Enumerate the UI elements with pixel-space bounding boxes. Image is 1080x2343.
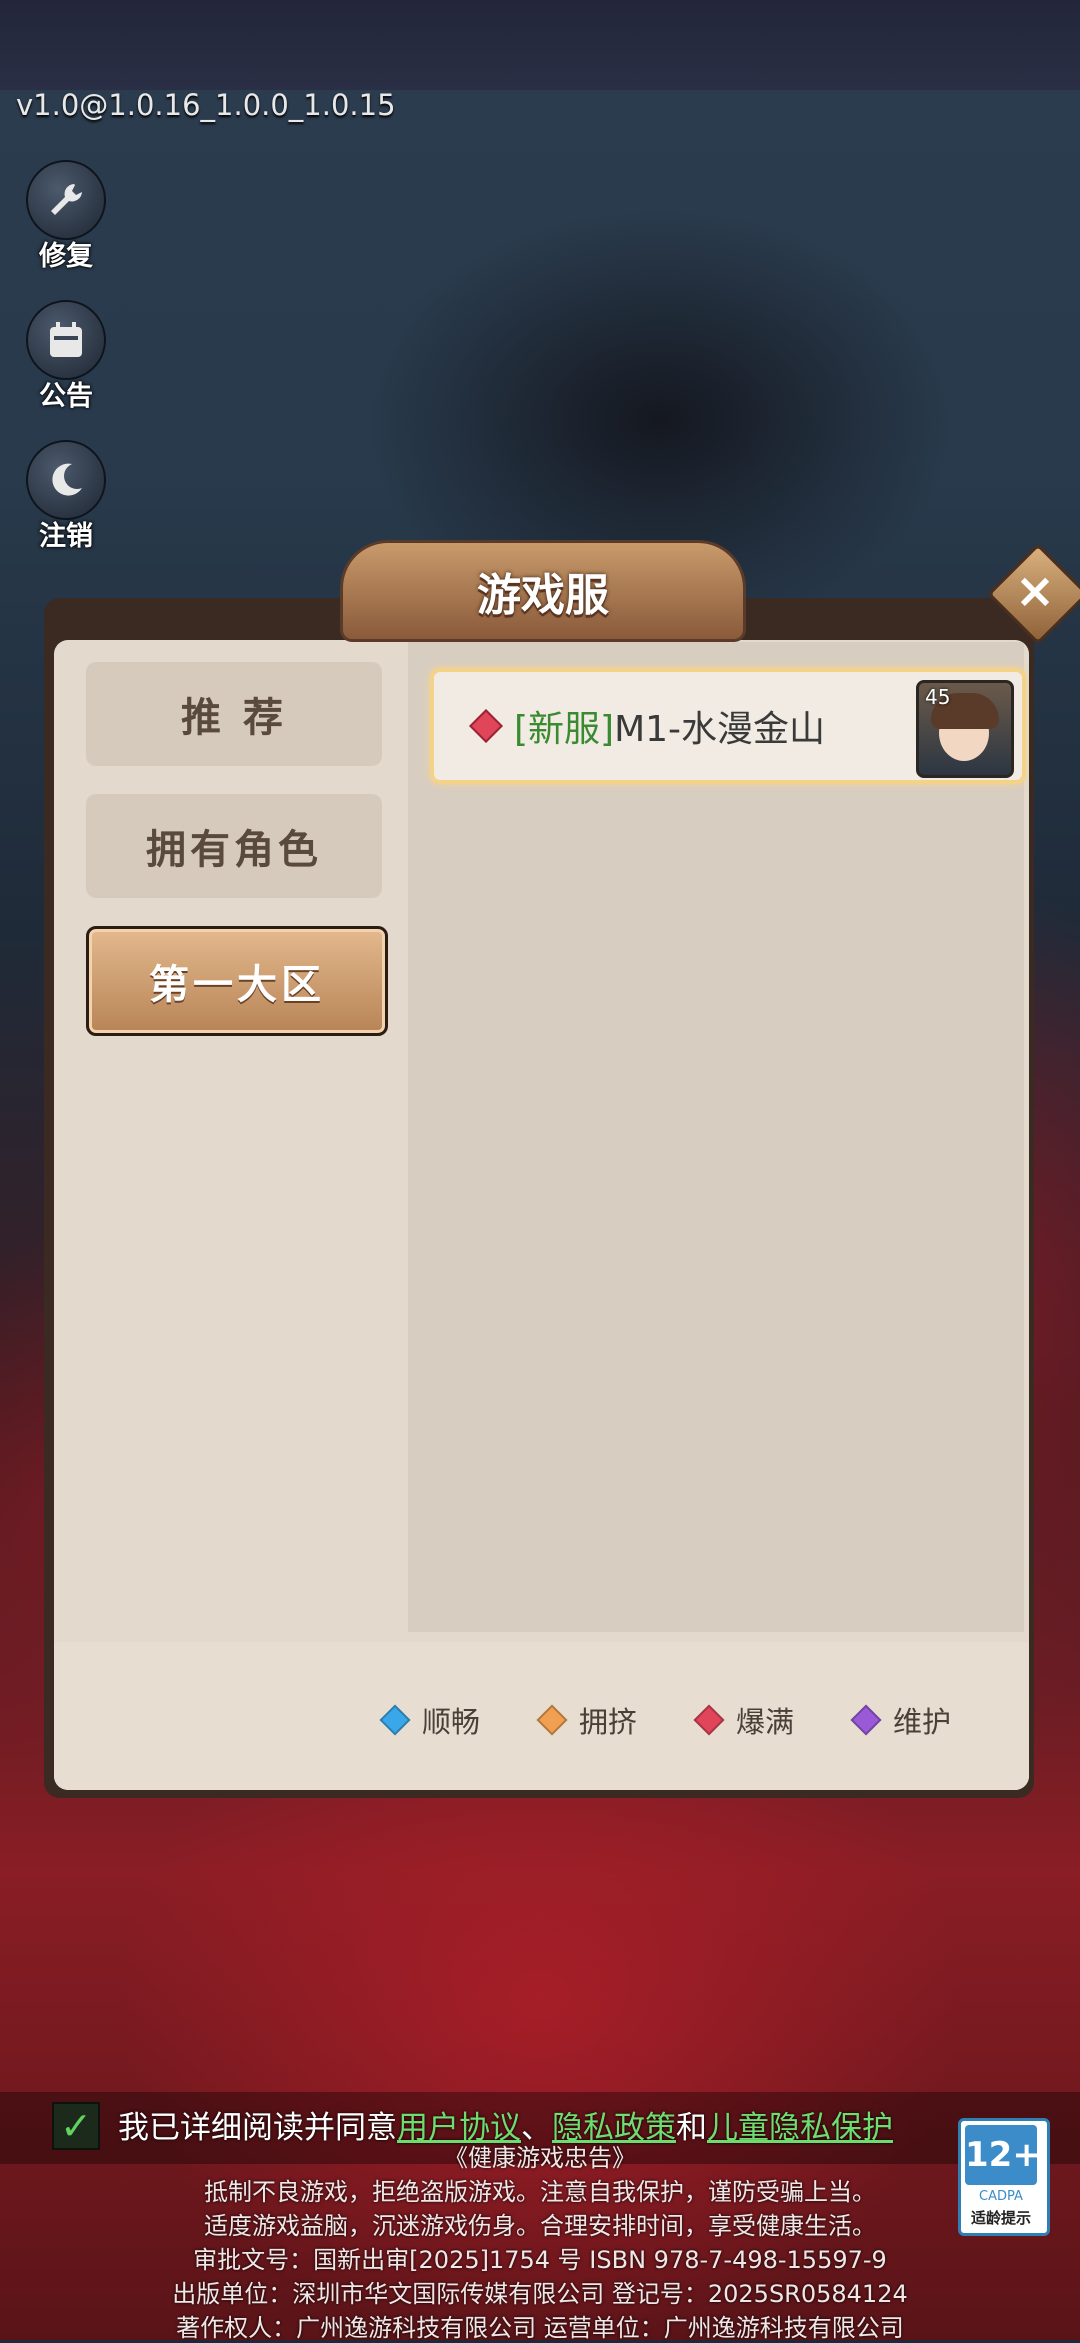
purple-diamond-icon xyxy=(850,1704,882,1736)
version-label: v1.0@1.0.16_1.0.0_1.0.15 xyxy=(16,88,396,122)
close-icon[interactable]: × xyxy=(1002,558,1068,624)
moon-icon xyxy=(26,440,106,520)
legend-full: 爆满 xyxy=(693,1699,794,1741)
repair-label: 修复 xyxy=(39,241,93,272)
logout-button[interactable]: 注销 xyxy=(24,440,108,553)
tab-recommended[interactable]: 推 荐 xyxy=(86,662,382,766)
tab-owned-characters[interactable]: 拥有角色 xyxy=(86,794,382,898)
server-dialog: 推 荐 拥有角色 第一大区 [新服]M1-水漫金山 45 顺畅 拥挤 爆满 维护 xyxy=(54,640,1029,1790)
age-tip-label: 适龄提示 xyxy=(970,2209,1031,2227)
calendar-icon xyxy=(26,300,106,380)
server-list xyxy=(408,642,1024,1632)
legend-maintenance: 维护 xyxy=(850,1699,951,1741)
age-rating-badge[interactable]: 12+ CADPA 适龄提示 xyxy=(958,2118,1050,2236)
avatar-level: 45 xyxy=(925,685,951,709)
legend-smooth: 顺畅 xyxy=(379,1699,480,1741)
cadpa-label: CADPA xyxy=(979,2189,1023,2204)
approval-number: 审批文号：国新出审[2025]1754 号 ISBN 978-7-498-155… xyxy=(193,2246,887,2274)
new-server-tag: [新服] xyxy=(514,709,615,750)
announcement-button[interactable]: 公告 xyxy=(24,300,108,413)
orange-diamond-icon xyxy=(536,1704,568,1736)
wrench-icon xyxy=(26,160,106,240)
announcement-label: 公告 xyxy=(39,381,93,412)
server-title: M1-水漫金山 xyxy=(614,709,826,750)
legend-crowded: 拥挤 xyxy=(536,1699,637,1741)
blue-diamond-icon xyxy=(379,1704,411,1736)
copyright-info: 著作权人：广州逸游科技有限公司 运营单位：广州逸游科技有限公司 xyxy=(176,2314,904,2342)
dialog-title-plate: 游戏服 xyxy=(340,540,746,642)
status-legend: 顺畅 拥挤 爆满 维护 xyxy=(54,1642,1029,1790)
status-diamond-icon xyxy=(469,709,503,743)
character-avatar: 45 xyxy=(916,680,1014,778)
top-bar xyxy=(0,0,1080,90)
health-notice-title: 《健康游戏忠告》 xyxy=(444,2144,636,2172)
server-item[interactable]: [新服]M1-水漫金山 45 xyxy=(430,668,1026,784)
logout-label: 注销 xyxy=(39,521,93,552)
publisher-info: 出版单位：深圳市华文国际传媒有限公司 登记号：2025SR0584124 xyxy=(172,2280,908,2308)
region-tabs: 推 荐 拥有角色 第一大区 xyxy=(54,640,408,1640)
tab-region-one[interactable]: 第一大区 xyxy=(86,926,388,1036)
health-notice-line1: 抵制不良游戏，拒绝盗版游戏。注意自我保护，谨防受骗上当。 xyxy=(204,2178,876,2206)
repair-button[interactable]: 修复 xyxy=(24,160,108,273)
server-name: [新服]M1-水漫金山 xyxy=(514,700,825,752)
dialog-title: 游戏服 xyxy=(477,570,609,621)
age-rating: 12+ xyxy=(965,2125,1041,2185)
health-notice-line2: 适度游戏益脑，沉迷游戏伤身。合理安排时间，享受健康生活。 xyxy=(204,2212,876,2240)
red-diamond-icon xyxy=(693,1704,725,1736)
